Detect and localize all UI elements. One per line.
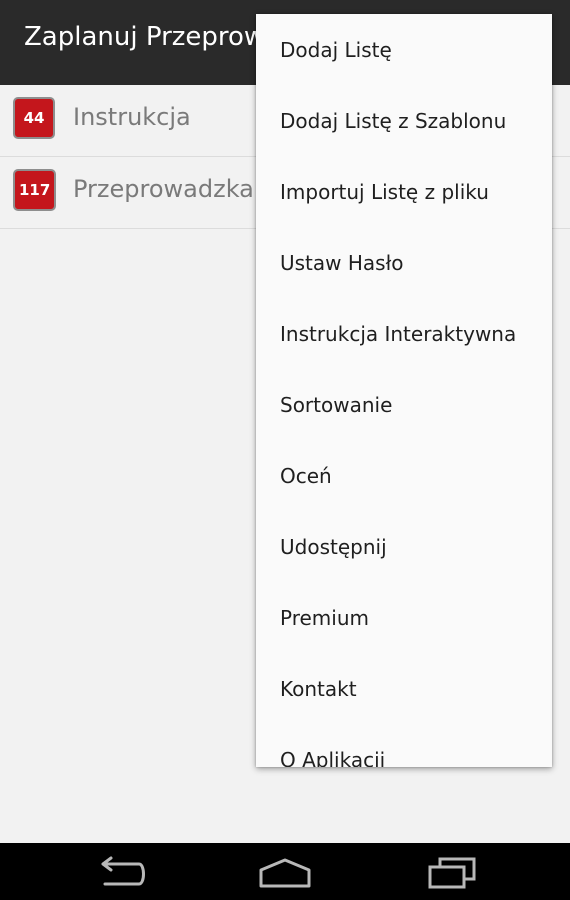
count-badge: 44 — [13, 97, 55, 139]
recent-apps-icon — [428, 857, 476, 889]
menu-item-about[interactable]: O Aplikacji — [256, 724, 552, 768]
count-badge: 117 — [13, 169, 57, 211]
home-button[interactable] — [253, 853, 317, 893]
back-button[interactable] — [87, 853, 151, 893]
menu-item-import-list[interactable]: Importuj Listę z pliku — [256, 156, 552, 227]
menu-item-add-list[interactable]: Dodaj Listę — [256, 14, 552, 85]
home-icon — [259, 858, 311, 888]
menu-item-add-list-from-template[interactable]: Dodaj Listę z Szablonu — [256, 85, 552, 156]
menu-item-premium[interactable]: Premium — [256, 582, 552, 653]
navigation-bar — [0, 843, 570, 900]
back-icon — [101, 856, 145, 886]
list-name: Przeprowadzka — [73, 175, 254, 203]
menu-item-rate[interactable]: Oceń — [256, 440, 552, 511]
overflow-menu: Dodaj Listę Dodaj Listę z Szablonu Impor… — [256, 14, 552, 767]
menu-item-interactive-guide[interactable]: Instrukcja Interaktywna — [256, 298, 552, 369]
menu-item-share[interactable]: Udostępnij — [256, 511, 552, 582]
menu-item-sorting[interactable]: Sortowanie — [256, 369, 552, 440]
menu-item-set-password[interactable]: Ustaw Hasło — [256, 227, 552, 298]
menu-item-contact[interactable]: Kontakt — [256, 653, 552, 724]
recent-apps-button[interactable] — [420, 853, 484, 893]
list-name: Instrukcja — [73, 103, 191, 131]
